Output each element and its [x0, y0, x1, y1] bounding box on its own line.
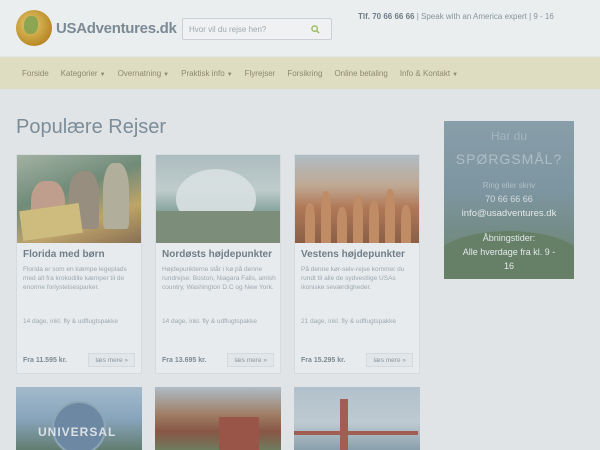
trip-price: Fra 15.295 kr. — [301, 357, 346, 364]
chevron-down-icon: ▼ — [163, 71, 170, 78]
search-box — [182, 18, 332, 40]
search-input[interactable] — [183, 24, 301, 34]
opening-hours-end: 16 — [503, 261, 514, 271]
contact-phone[interactable]: 70 66 66 66 — [444, 194, 574, 204]
contact-text: | Speak with an America expert | 9 - 16 — [414, 12, 554, 21]
opening-hours-text: Alle hverdage fra kl. 9 - — [462, 247, 556, 257]
nav-item-kategorier[interactable]: Kategorier ▼ — [61, 69, 106, 78]
contact-heading-2: SPØRGSMÅL? — [455, 151, 563, 167]
search-button[interactable] — [301, 19, 329, 39]
trip-title[interactable]: Florida med børn — [23, 249, 105, 260]
trip-image-niagara[interactable] — [156, 155, 280, 243]
trip-image-autumn[interactable] — [155, 387, 281, 450]
read-more-button[interactable]: læs mere » — [227, 353, 274, 367]
nav-item-overnatning[interactable]: Overnatning ▼ — [118, 69, 170, 78]
globe-logo-icon — [16, 10, 52, 46]
trip-price: Fra 13.695 kr. — [162, 357, 207, 364]
contact-box: Har du SPØRGSMÅL? Ring eller skriv 70 66… — [444, 121, 574, 279]
chevron-down-icon: ▼ — [226, 71, 233, 78]
page-title: Populære Rejser — [16, 116, 167, 138]
contact-heading-1: Har du — [490, 129, 528, 143]
contact-email[interactable]: info@usadventures.dk — [444, 208, 574, 219]
read-more-button[interactable]: læs mere » — [88, 353, 135, 367]
nav-item-online-betaling[interactable]: Online betaling — [334, 69, 387, 78]
trip-title[interactable]: Vestens højdepunkter — [301, 249, 405, 260]
trip-image-canyon[interactable] — [295, 155, 419, 243]
phone-number[interactable]: Tlf. 70 66 66 66 — [358, 12, 414, 21]
trip-description: På denne kør-selv-rejse kommer du rundt … — [301, 266, 405, 291]
trip-price: Fra 11.595 kr. — [23, 357, 67, 364]
site-header: USAdventures.dk Tlf. 70 66 66 66 | Speak… — [0, 0, 600, 56]
chevron-down-icon: ▼ — [452, 71, 459, 78]
opening-hours-label: Åbningstider: — [482, 233, 536, 243]
nav-item-flyrejser[interactable]: Flyrejser — [245, 69, 276, 78]
trip-image-florida[interactable] — [17, 155, 141, 243]
universal-sign-text: UNIVERSAL — [38, 425, 117, 439]
trip-card-vesten[interactable]: Vestens højdepunkter På denne kør-selv-r… — [294, 154, 420, 374]
trip-title[interactable]: Nordøsts højdepunkter — [162, 249, 272, 260]
nav-item-forside[interactable]: Forside — [22, 69, 49, 78]
chevron-down-icon: ▼ — [99, 71, 106, 78]
trip-meta: 21 dage, inkl. fly & udflugtspakke — [301, 318, 397, 325]
trip-meta: 14 dage, inkl. fly & udflugtspakke — [23, 318, 119, 325]
trip-image-universal[interactable]: UNIVERSAL — [16, 387, 142, 450]
logo-text: USAdventures.dk — [56, 19, 177, 37]
trip-description: Højdepunkterne står i kø på denne rundre… — [162, 266, 276, 291]
trip-description: Florida er som en kæmpe legeplads med al… — [23, 266, 127, 291]
nav-item-info-kontakt[interactable]: Info & Kontakt ▼ — [400, 69, 458, 78]
trip-card-florida[interactable]: Florida med børn Florida er som en kæmpe… — [16, 154, 142, 374]
read-more-button[interactable]: læs mere » — [366, 353, 413, 367]
trip-image-bridge[interactable] — [294, 387, 420, 450]
contact-subtitle: Ring eller skriv — [482, 181, 536, 190]
nav-item-praktisk-info[interactable]: Praktisk info ▼ — [181, 69, 233, 78]
contact-info: Tlf. 70 66 66 66 | Speak with an America… — [358, 12, 554, 21]
site-logo[interactable]: USAdventures.dk — [16, 10, 177, 46]
search-icon — [310, 24, 320, 34]
trip-card-nordost[interactable]: Nordøsts højdepunkter Højdepunkterne stå… — [155, 154, 281, 374]
main-nav: Forside Kategorier ▼ Overnatning ▼ Praktis… — [0, 57, 600, 89]
trip-meta: 14 dage, inkl. fly & udflugtspakke — [162, 318, 258, 325]
nav-item-forsikring[interactable]: Forsikring — [287, 69, 322, 78]
